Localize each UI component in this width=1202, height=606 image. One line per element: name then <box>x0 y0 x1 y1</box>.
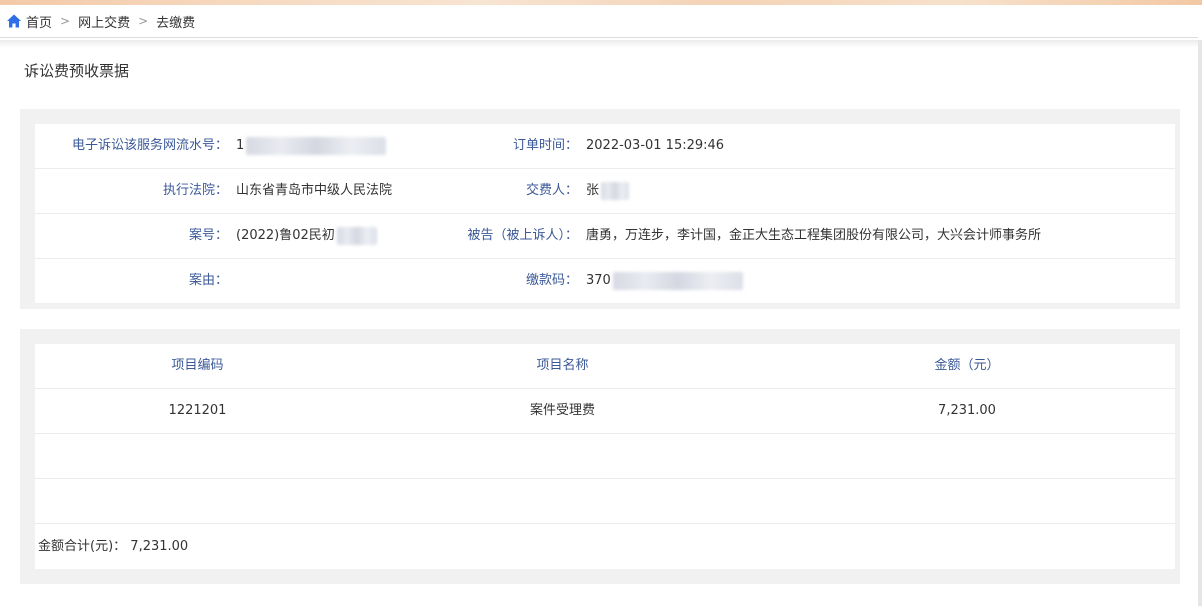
empty-table-row <box>35 434 1175 479</box>
receipt-info-panel: 电子诉讼该服务网流水号： 1 订单时间： 2022-03-01 15:29:46… <box>20 109 1180 309</box>
breadcrumb: 首页 > 网上交费 > 去缴费 <box>0 5 1198 38</box>
breadcrumb-home[interactable]: 首页 <box>26 12 52 31</box>
redacted-block <box>601 181 630 200</box>
pay-code-value: 370 <box>586 259 743 303</box>
chevron-right-icon: > <box>138 14 149 28</box>
court-value: 山东省青岛市中级人民法院 <box>236 183 393 198</box>
info-row: 案号： (2022)鲁02民初 被告（被上诉人）： 唐勇，万连步，李计国，金正大… <box>35 214 1175 259</box>
chevron-right-icon: > <box>60 14 71 28</box>
payer-label: 交费人： <box>525 183 578 198</box>
home-icon[interactable] <box>6 13 22 29</box>
payer-value: 张 <box>586 169 630 213</box>
redacted-block <box>612 271 743 290</box>
order-time-value: 2022-03-01 15:29:46 <box>586 138 725 153</box>
serial-value: 1 <box>236 124 387 168</box>
scrollbar[interactable] <box>1198 40 1202 606</box>
fee-items-panel: 项目编码 项目名称 金额（元） 1221201 案件受理费 7,231.00 金… <box>20 329 1180 584</box>
redacted-block <box>246 136 387 155</box>
info-row: 执行法院： 山东省青岛市中级人民法院 交费人： 张 <box>35 169 1175 214</box>
empty-table-row <box>35 479 1175 524</box>
defendant-value: 唐勇，万连步，李计国，金正大生态工程集团股份有限公司，大兴会计师事务所 <box>586 228 1042 243</box>
case-no-label: 案号： <box>188 228 228 243</box>
receipt-info-table: 电子诉讼该服务网流水号： 1 订单时间： 2022-03-01 15:29:46… <box>35 124 1175 303</box>
court-label: 执行法院： <box>162 183 228 198</box>
fee-name-cell: 案件受理费 <box>529 403 595 418</box>
page-title: 诉讼费预收票据 <box>24 62 130 80</box>
info-row: 案由： 缴款码： 370 <box>35 259 1175 304</box>
serial-label: 电子诉讼该服务网流水号： <box>71 138 228 153</box>
fee-amount-cell: 7,231.00 <box>938 403 996 418</box>
table-header-row: 项目编码 项目名称 金额（元） <box>35 344 1175 389</box>
defendant-label: 被告（被上诉人）： <box>467 228 578 243</box>
total-row: 金额合计(元)： 7,231.00 <box>35 524 1175 569</box>
fee-code-cell: 1221201 <box>168 403 227 418</box>
total-value: 7,231.00 <box>130 539 189 554</box>
breadcrumb-online-payment[interactable]: 网上交费 <box>78 12 130 31</box>
breadcrumb-go-pay: 去缴费 <box>156 15 196 31</box>
order-time-label: 订单时间： <box>512 138 578 153</box>
fee-items-table: 项目编码 项目名称 金额（元） 1221201 案件受理费 7,231.00 金… <box>35 344 1175 569</box>
header-shadow <box>0 40 1198 48</box>
column-header-code: 项目编码 <box>171 358 224 373</box>
cause-label: 案由： <box>188 273 228 288</box>
info-row: 电子诉讼该服务网流水号： 1 订单时间： 2022-03-01 15:29:46 <box>35 124 1175 169</box>
table-row: 1221201 案件受理费 7,231.00 <box>35 389 1175 434</box>
case-no-value: (2022)鲁02民初 <box>236 214 377 258</box>
total-label: 金额合计(元)： <box>38 539 127 554</box>
redacted-block <box>336 226 377 245</box>
column-header-name: 项目名称 <box>536 358 589 373</box>
column-header-amount: 金额（元） <box>934 358 1000 373</box>
pay-code-label: 缴款码： <box>525 273 578 288</box>
